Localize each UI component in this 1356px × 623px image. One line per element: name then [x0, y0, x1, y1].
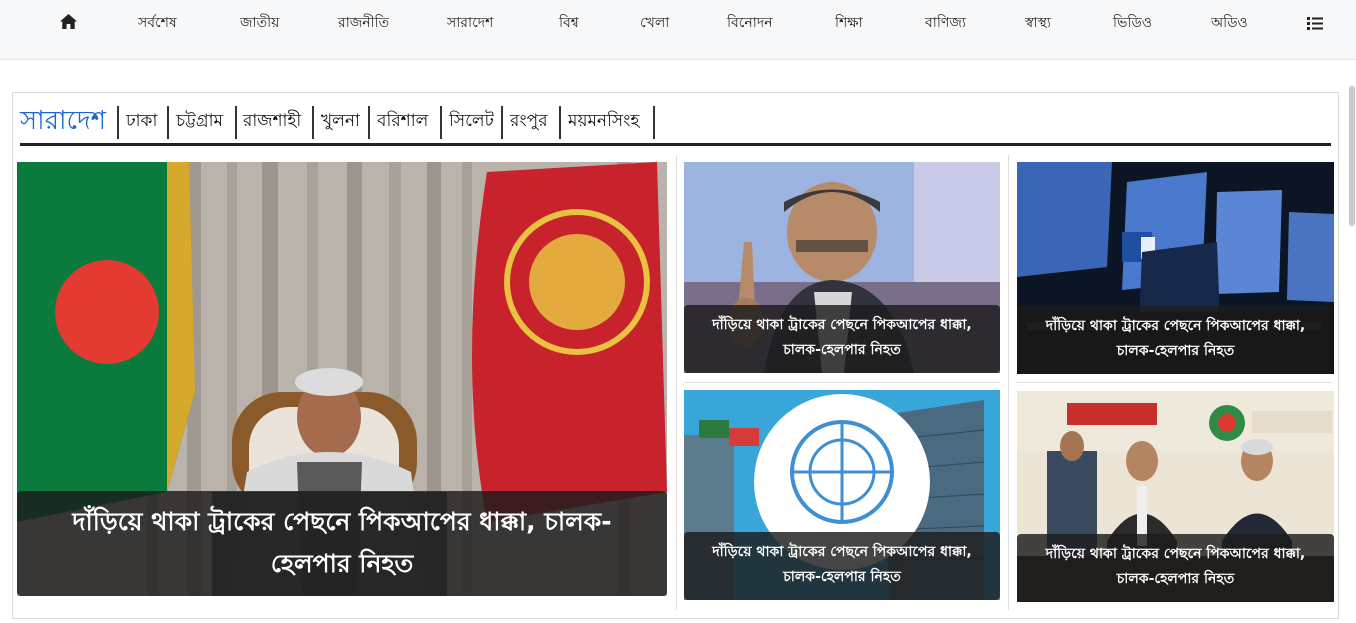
nav-item-world[interactable]: বিশ্ব: [559, 12, 579, 34]
separator: [501, 106, 503, 139]
subcategory-sylhet[interactable]: সিলেট: [449, 107, 494, 135]
headline-line: দাঁড়িয়ে থাকা ট্রাকের পেছনে পিকআপের ধাক…: [1045, 318, 1306, 334]
headline-line: চালক-হেলপার নিহত: [1116, 571, 1235, 587]
headline-line: দাঁড়িয়ে থাকা ট্রাকের পেছনে পিকআপের ধাক…: [712, 317, 972, 333]
section-title[interactable]: সারাদেশ: [20, 103, 106, 139]
news-card[interactable]: দাঁড়িয়ে থাকা ট্রাকের পেছনে পিকআপের ধাক…: [684, 162, 1000, 373]
column-divider: [676, 155, 677, 610]
top-navigation: সর্বশেষ জাতীয় রাজনীতি সারাদেশ বিশ্ব খেল…: [0, 0, 1356, 60]
subcategory-dhaka[interactable]: ঢাকা: [126, 107, 157, 135]
subcategory-khulna[interactable]: খুলনা: [321, 107, 360, 135]
news-card-headline[interactable]: দাঁড়িয়ে থাকা ট্রাকের পেছনে পিকআপের ধাক…: [684, 305, 1000, 373]
separator: [312, 106, 314, 139]
separator: [235, 106, 237, 139]
headline-line: চালক-হেলপার নিহত: [783, 342, 901, 358]
nav-item-latest[interactable]: সর্বশেষ: [138, 12, 177, 34]
section-card: সারাদেশ ঢাকা চট্টগ্রাম রাজশাহী খুলনা বরি…: [12, 92, 1339, 619]
nav-item-national[interactable]: জাতীয়: [240, 12, 279, 34]
row-divider: [684, 382, 1000, 383]
headline-line: দাঁড়িয়ে থাকা ট্রাকের পেছনে পিকআপের ধাক…: [712, 544, 972, 560]
nav-item-audio[interactable]: অডিও: [1211, 12, 1248, 34]
section-rule: [20, 143, 1331, 146]
news-card-headline[interactable]: দাঁড়িয়ে থাকা ট্রাকের পেছনে পিকআপের ধাক…: [1017, 306, 1334, 374]
separator: [559, 106, 561, 139]
separator: [167, 106, 169, 139]
nav-item-video[interactable]: ভিডিও: [1113, 12, 1152, 34]
nav-item-entertainment[interactable]: বিনোদন: [727, 12, 773, 34]
headline-line: চালক-হেলপার নিহত: [1116, 343, 1235, 359]
subcategory-mymensingh[interactable]: ময়মনসিংহ: [568, 107, 639, 135]
nav-item-politics[interactable]: রাজনীতি: [338, 12, 389, 34]
column-divider: [1008, 155, 1009, 610]
news-card-headline[interactable]: দাঁড়িয়ে থাকা ট্রাকের পেছনে পিকআপের ধাক…: [1017, 534, 1334, 602]
separator: [368, 106, 370, 139]
subcategory-chattogram[interactable]: চট্টগ্রাম: [176, 107, 223, 135]
list-menu-icon[interactable]: [1307, 15, 1323, 34]
headline-line: দাঁড়িয়ে থাকা ট্রাকের পেছনে পিকআপের ধাক…: [1045, 546, 1306, 562]
page-scrollbar[interactable]: [1348, 40, 1356, 623]
separator: [440, 106, 442, 139]
news-card[interactable]: দাঁড়িয়ে থাকা ট্রাকের পেছনে পিকআপের ধাক…: [684, 390, 1000, 600]
scrollbar-thumb[interactable]: [1349, 86, 1355, 226]
nav-item-health[interactable]: স্বাস্থ্য: [1025, 12, 1051, 34]
row-divider: [1016, 382, 1332, 383]
lead-story[interactable]: দাঁড়িয়ে থাকা ট্রাকের পেছনে পিকআপের ধাক…: [17, 162, 667, 596]
news-card-headline[interactable]: দাঁড়িয়ে থাকা ট্রাকের পেছনে পিকআপের ধাক…: [684, 532, 1000, 600]
headline-line: চালক-হেলপার নিহত: [783, 569, 901, 585]
nav-item-education[interactable]: শিক্ষা: [835, 12, 863, 34]
subcategory-rangpur[interactable]: রংপুর: [510, 107, 548, 135]
nav-item-countrywide[interactable]: সারাদেশ: [447, 12, 493, 34]
home-icon[interactable]: [59, 13, 78, 34]
subcategory-barishal[interactable]: বরিশাল: [377, 107, 428, 135]
nav-item-sports[interactable]: খেলা: [640, 12, 669, 34]
subcategory-rajshahi[interactable]: রাজশাহী: [243, 107, 301, 135]
lead-story-headline[interactable]: দাঁড়িয়ে থাকা ট্রাকের পেছনে পিকআপের ধাক…: [17, 491, 667, 596]
nav-item-commerce[interactable]: বাণিজ্য: [925, 12, 966, 34]
news-card[interactable]: দাঁড়িয়ে থাকা ট্রাকের পেছনে পিকআপের ধাক…: [1017, 162, 1334, 374]
news-card[interactable]: দাঁড়িয়ে থাকা ট্রাকের পেছনে পিকআপের ধাক…: [1017, 391, 1334, 602]
separator: [117, 106, 119, 139]
separator: [653, 106, 655, 139]
